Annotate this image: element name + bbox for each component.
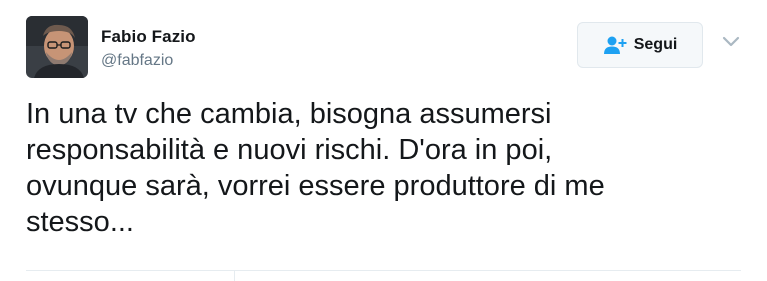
author-handle[interactable]: @fabfazio [101, 52, 173, 70]
profile-photo-icon [26, 16, 88, 78]
follow-button-label: Segui [633, 36, 678, 53]
more-options-button[interactable] [722, 36, 740, 48]
tweet-text: In una tv che cambia, bisogna assumersi … [26, 98, 605, 238]
author-name[interactable]: Fabio Fazio [101, 27, 196, 47]
chevron-down-icon [722, 36, 740, 47]
divider-tick [234, 270, 235, 281]
add-user-icon [603, 36, 627, 54]
follow-button[interactable]: Segui [577, 22, 703, 68]
divider [26, 270, 741, 271]
tweet-card: Fabio Fazio @fabfazio Segui In una tv ch… [0, 0, 767, 281]
avatar[interactable] [26, 16, 88, 78]
